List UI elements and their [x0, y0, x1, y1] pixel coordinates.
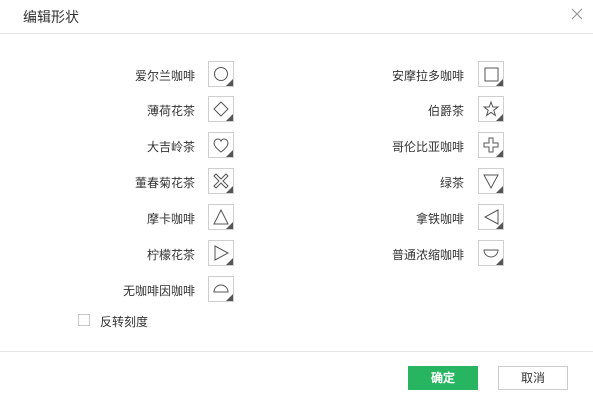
- shape-row-label: 拿铁咖啡: [415, 212, 464, 226]
- shape-row-lemon-tea: 柠檬花茶: [0, 240, 240, 268]
- cancel-button[interactable]: 取消: [498, 366, 568, 390]
- triangle-up-icon[interactable]: [208, 204, 234, 230]
- ok-button[interactable]: 确定: [408, 366, 478, 390]
- triangle-down-icon[interactable]: [478, 168, 504, 194]
- star-icon[interactable]: [478, 96, 504, 122]
- shape-row-chrysanthemum-tea: 董春菊花茶: [0, 168, 240, 196]
- shape-row-amaretto-coffee: 安摩拉多咖啡: [300, 61, 510, 89]
- shape-row-latte: 拿铁咖啡: [300, 204, 510, 232]
- shape-row-darjeeling: 大吉岭茶: [0, 132, 240, 160]
- shape-row-label: 无咖啡因咖啡: [122, 284, 195, 298]
- dialog-footer: 确定 取消: [0, 351, 593, 402]
- shape-row-label: 大吉岭茶: [146, 140, 195, 154]
- shape-row-mint-tea: 薄荷花茶: [0, 96, 240, 124]
- triangle-right-icon[interactable]: [208, 240, 234, 266]
- shape-row-earl-grey: 伯爵茶: [300, 96, 510, 124]
- shape-row-label: 董春菊花茶: [134, 176, 195, 190]
- reverse-scale-label: 反转刻度: [100, 315, 149, 329]
- shape-row-decaf-coffee: 无咖啡因咖啡: [0, 276, 240, 304]
- edit-shape-dialog: 编辑形状 爱尔兰咖啡 薄荷花茶 大吉岭茶 董春菊花茶 摩卡咖啡 柠檬花茶 无咖啡…: [0, 0, 593, 401]
- triangle-left-icon[interactable]: [478, 204, 504, 230]
- shape-row-label: 伯爵茶: [427, 104, 464, 118]
- shape-row-label: 薄荷花茶: [146, 104, 195, 118]
- circle-icon[interactable]: [208, 61, 234, 87]
- x-cross-icon[interactable]: [208, 168, 234, 194]
- shape-row-mocha: 摩卡咖啡: [0, 204, 240, 232]
- shape-row-irish-coffee: 爱尔兰咖啡: [0, 61, 240, 89]
- close-icon[interactable]: [569, 6, 585, 22]
- heart-icon[interactable]: [208, 132, 234, 158]
- shape-row-label: 爱尔兰咖啡: [134, 69, 195, 83]
- dialog-title: 编辑形状: [23, 9, 79, 25]
- shape-row-label: 安摩拉多咖啡: [391, 69, 464, 83]
- shape-row-label: 绿茶: [439, 176, 464, 190]
- reverse-scale-checkbox[interactable]: [78, 314, 90, 326]
- dialog-header: 编辑形状: [0, 0, 593, 34]
- semicircle-bottom-icon[interactable]: [478, 240, 504, 266]
- shape-row-label: 哥伦比亚咖啡: [391, 140, 464, 154]
- shape-row-green-tea: 绿茶: [300, 168, 510, 196]
- plus-icon[interactable]: [478, 132, 504, 158]
- shape-row-colombian-coffee: 哥伦比亚咖啡: [300, 132, 510, 160]
- shape-row-label: 柠檬花茶: [146, 248, 195, 262]
- square-icon[interactable]: [478, 61, 504, 87]
- shape-row-espresso: 普通浓缩咖啡: [300, 240, 510, 268]
- diamond-icon[interactable]: [208, 96, 234, 122]
- shape-row-label: 普通浓缩咖啡: [391, 248, 464, 262]
- shape-row-label: 摩卡咖啡: [146, 212, 195, 226]
- semicircle-top-icon[interactable]: [208, 276, 234, 302]
